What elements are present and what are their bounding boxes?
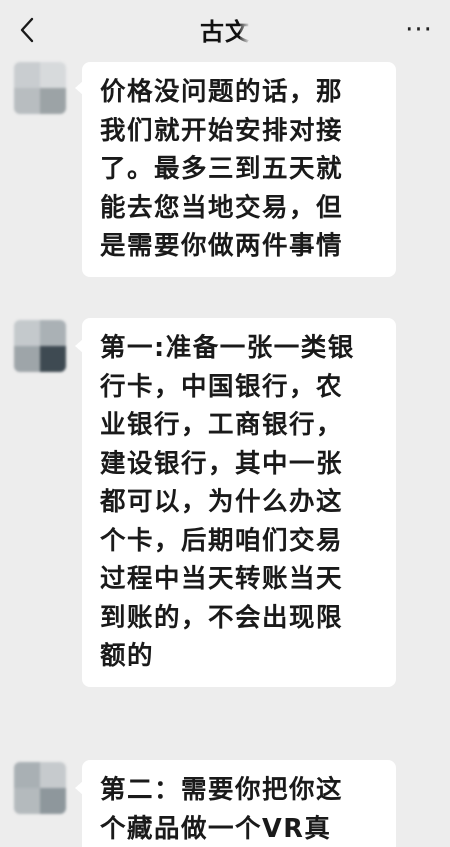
avatar[interactable]: [14, 62, 66, 114]
message-line: 额的: [100, 641, 155, 671]
message-line: 能去您当地交易，但: [100, 192, 344, 223]
avatar[interactable]: [14, 320, 66, 372]
message-line: 第二：需要你把你这: [100, 775, 344, 805]
message-line: 我们就开始安排对接: [100, 115, 344, 146]
message-line: 价格没问题的话，那: [100, 77, 344, 107]
message-line: 个卡，后期咱们交易: [100, 525, 344, 556]
chat-screen: 古文 ··· 价格没问题的话，那 我们就开始安排对接 了。最多三到五天就 能去您…: [0, 0, 450, 847]
avatar[interactable]: [14, 762, 66, 814]
more-dots-icon: ···: [405, 15, 433, 45]
chat-header: 古文 ···: [0, 0, 450, 58]
message-line: 建设银行，其中一张: [100, 448, 344, 479]
title-blur-mask: [240, 20, 250, 46]
message-bubble[interactable]: 第一:准备一张一类银 行卡，中国银行，农 业银行，工商银行， 建设银行，其中一张…: [82, 318, 396, 687]
message-line: 到账的，不会出现限: [100, 602, 344, 633]
message-line: 都可以，为什么办这: [100, 487, 344, 517]
message-line: 是需要你做两件事情: [100, 231, 344, 261]
message-line: 第一:准备一张一类银: [100, 333, 355, 363]
message-line: 个藏品做一个VR真: [100, 813, 332, 844]
more-button[interactable]: ···: [402, 10, 436, 50]
message-line: 了。最多三到五天就: [100, 154, 344, 184]
message-bubble[interactable]: 价格没问题的话，那 我们就开始安排对接 了。最多三到五天就 能去您当地交易，但 …: [82, 62, 396, 277]
message-line: 过程中当天转账当天: [100, 564, 344, 594]
message-bubble[interactable]: 第二：需要你把你这 个藏品做一个VR真: [82, 760, 396, 847]
message-line: 行卡，中国银行，农: [100, 371, 344, 402]
chat-title: 古文: [0, 12, 450, 47]
message-line: 业银行，工商银行，: [100, 410, 344, 440]
